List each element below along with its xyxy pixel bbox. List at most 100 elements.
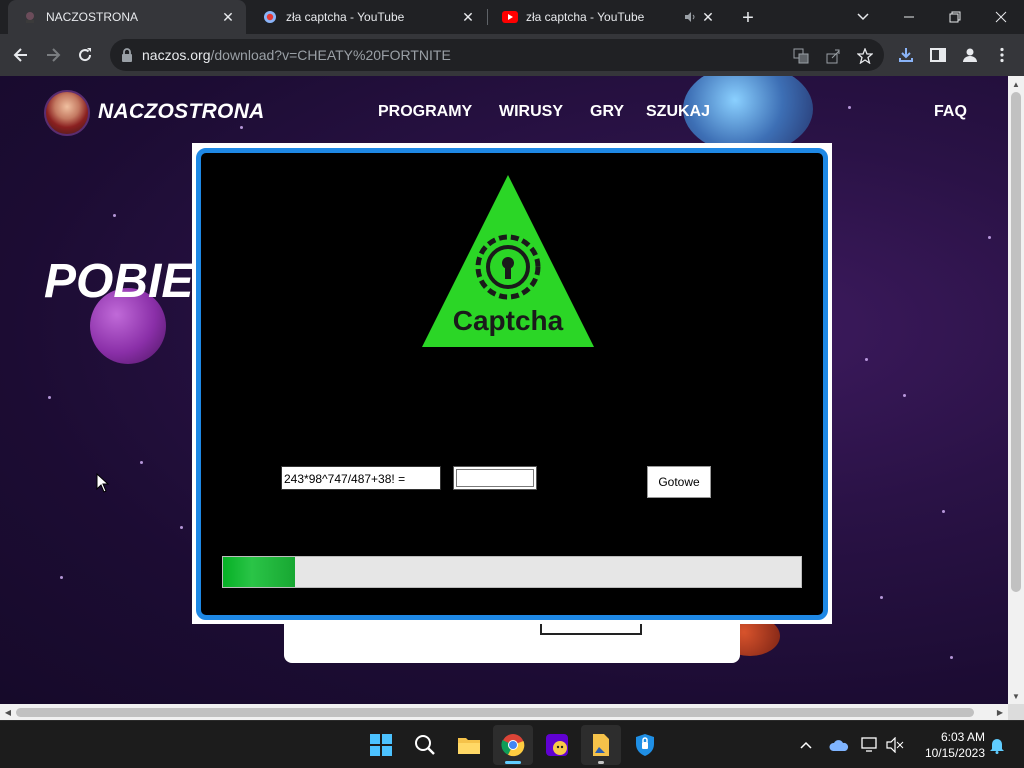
onedrive-icon[interactable] xyxy=(829,735,849,755)
clock-date: 10/15/2023 xyxy=(924,746,985,760)
side-panel-icon[interactable] xyxy=(929,46,947,64)
windows-taskbar: 6:03 AM 10/15/2023 xyxy=(0,720,1024,768)
scrollbar-corner xyxy=(1008,704,1024,720)
yahoo-app-button[interactable] xyxy=(537,725,577,765)
url-path: /download?v=CHEATY%20FORTNITE xyxy=(210,47,451,63)
running-indicator xyxy=(598,761,604,764)
tab-audio-icon[interactable] xyxy=(682,9,698,25)
tab-close-icon[interactable]: ✕ xyxy=(460,9,476,25)
hero-title: POBIE xyxy=(44,255,194,308)
system-clock[interactable]: 6:03 AM 10/15/2023 xyxy=(915,729,985,761)
download-icon[interactable] xyxy=(897,46,915,64)
close-window-button[interactable] xyxy=(978,0,1024,34)
tab-search-icon[interactable] xyxy=(840,0,886,34)
star xyxy=(60,576,63,579)
lock-icon[interactable] xyxy=(120,47,136,63)
captcha-popup: Captcha 243*98^747/487+38! = Gotowe xyxy=(196,148,828,620)
star xyxy=(140,461,143,464)
tab-title: NACZOSTRONA xyxy=(46,10,139,24)
star xyxy=(942,510,945,513)
star xyxy=(950,656,953,659)
star xyxy=(240,126,243,129)
tab-naczostrona[interactable]: NACZOSTRONA ✕ xyxy=(8,0,246,34)
tab-title: zła captcha - YouTube xyxy=(286,10,405,24)
file-explorer-button[interactable] xyxy=(449,725,489,765)
captcha-progress-bar xyxy=(222,556,802,588)
notification-bell-icon[interactable] xyxy=(987,735,1007,755)
tab-close-icon[interactable]: ✕ xyxy=(220,9,236,25)
star xyxy=(48,396,51,399)
tab-youtube-1[interactable]: zła captcha - YouTube ✕ xyxy=(248,0,486,34)
search-icon xyxy=(415,735,435,755)
tray-overflow-icon[interactable] xyxy=(796,735,816,755)
folder-icon xyxy=(458,738,480,754)
star xyxy=(988,236,991,239)
address-bar[interactable]: naczos.org/download?v=CHEATY%20FORTNITE xyxy=(110,39,884,71)
vertical-scrollbar[interactable]: ▲ ▼ xyxy=(1008,76,1024,704)
youtube-recording-icon xyxy=(262,9,278,25)
answer-field-inner[interactable] xyxy=(456,469,534,487)
tab-youtube-2[interactable]: zła captcha - YouTube ✕ xyxy=(488,0,726,34)
scroll-down-icon[interactable]: ▼ xyxy=(1008,688,1024,704)
translate-icon[interactable] xyxy=(792,47,810,65)
captcha-answer-input[interactable] xyxy=(453,466,537,490)
youtube-icon xyxy=(502,9,518,25)
chrome-menu-icon[interactable] xyxy=(993,46,1011,64)
share-icon[interactable] xyxy=(824,47,842,65)
chrome-icon xyxy=(501,734,525,757)
browser-toolbar: naczos.org/download?v=CHEATY%20FORTNITE xyxy=(0,34,1024,76)
star xyxy=(180,526,183,529)
reload-button[interactable] xyxy=(72,42,98,68)
chrome-taskbar-button[interactable] xyxy=(493,725,533,765)
new-tab-button[interactable]: + xyxy=(737,7,759,29)
volume-muted-icon[interactable] xyxy=(885,735,905,755)
shield-icon xyxy=(636,734,654,756)
download-card xyxy=(284,621,740,663)
url-domain: naczos.org xyxy=(142,47,211,63)
back-button[interactable] xyxy=(8,42,34,68)
site-favicon-icon xyxy=(22,9,38,25)
bookmark-star-icon[interactable] xyxy=(856,47,874,65)
restore-button[interactable] xyxy=(932,0,978,34)
scroll-left-icon[interactable]: ◀ xyxy=(0,704,16,720)
captcha-equation: 243*98^747/487+38! = xyxy=(281,466,441,490)
captcha-logo-text: Captcha xyxy=(453,305,564,336)
star xyxy=(848,106,851,109)
nav-programy[interactable]: PROGRAMY xyxy=(378,103,472,121)
yahoo-app-icon xyxy=(546,734,568,756)
tab-strip: NACZOSTRONA ✕ zła captcha - YouTube ✕ zł… xyxy=(0,0,1024,34)
profile-icon[interactable] xyxy=(961,46,979,64)
vertical-scroll-thumb[interactable] xyxy=(1011,92,1021,592)
tab-title: zła captcha - YouTube xyxy=(526,10,645,24)
start-button[interactable] xyxy=(361,725,401,765)
url-text: naczos.org/download?v=CHEATY%20FORTNITE xyxy=(142,47,451,63)
nav-wirusy[interactable]: WIRUSY xyxy=(499,103,563,121)
nav-faq[interactable]: FAQ xyxy=(934,103,967,121)
forward-button[interactable] xyxy=(40,42,66,68)
site-logo-avatar[interactable] xyxy=(44,90,90,136)
clock-time: 6:03 AM xyxy=(940,730,985,744)
star xyxy=(880,596,883,599)
star xyxy=(865,358,868,361)
mouse-cursor-icon xyxy=(96,473,110,493)
windows-logo-icon xyxy=(370,734,392,756)
tab-close-icon[interactable]: ✕ xyxy=(700,9,716,25)
star xyxy=(903,394,906,397)
files-app-button[interactable] xyxy=(581,725,621,765)
horizontal-scrollbar[interactable]: ◀ ▶ xyxy=(0,704,1008,720)
horizontal-scroll-thumb[interactable] xyxy=(16,708,974,717)
gotowe-button[interactable]: Gotowe xyxy=(647,466,711,498)
file-icon xyxy=(593,734,609,756)
nav-gry[interactable]: GRY xyxy=(590,103,624,121)
progress-fill xyxy=(223,557,296,587)
minimize-button[interactable] xyxy=(886,0,932,34)
star xyxy=(113,214,116,217)
network-icon[interactable] xyxy=(860,735,880,755)
captcha-triangle-logo: Captcha xyxy=(422,175,594,347)
taskbar-search-button[interactable] xyxy=(405,725,445,765)
nav-szukaj[interactable]: SZUKAJ xyxy=(646,103,710,121)
scroll-up-icon[interactable]: ▲ xyxy=(1008,76,1024,92)
security-app-button[interactable] xyxy=(625,725,665,765)
scroll-right-icon[interactable]: ▶ xyxy=(992,704,1008,720)
site-name[interactable]: NACZOSTRONA xyxy=(98,100,265,124)
